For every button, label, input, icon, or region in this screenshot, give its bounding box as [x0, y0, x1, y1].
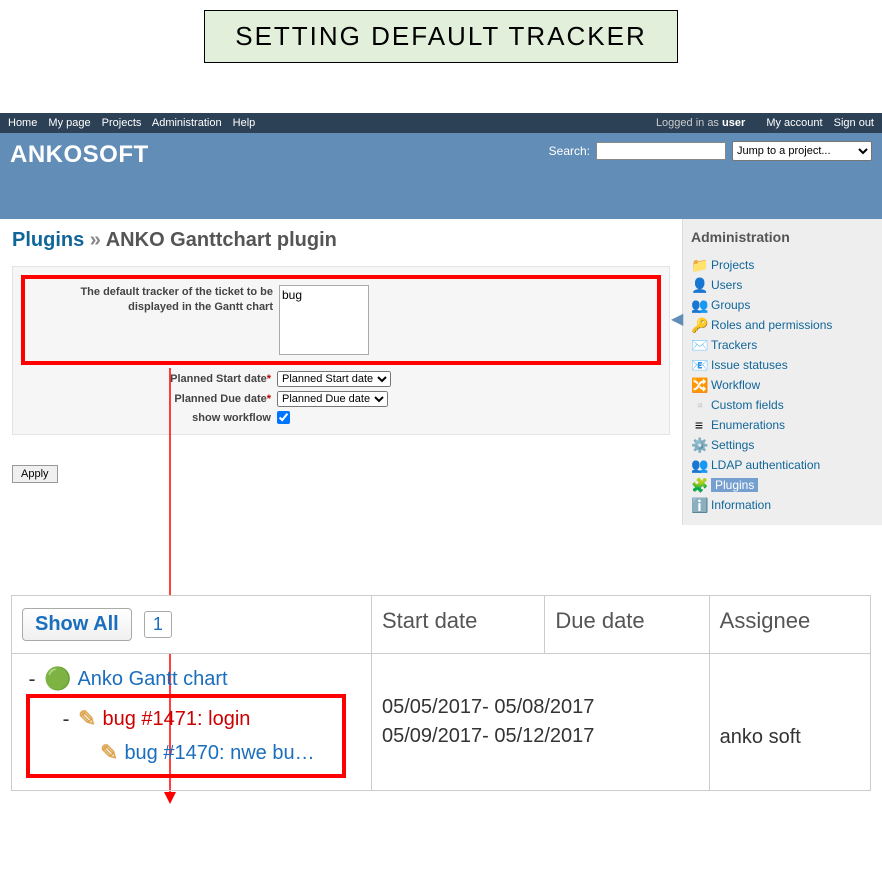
- project-icon: 🟢: [44, 666, 71, 692]
- nav-help[interactable]: Help: [233, 117, 256, 129]
- table-row: ✎ bug #1470: nwe bu…: [34, 736, 338, 770]
- sidebar-item-settings[interactable]: Settings: [711, 438, 754, 452]
- top-menu: Home My page Projects Administration Hel…: [0, 113, 882, 133]
- sidebar-item-roles[interactable]: Roles and permissions: [711, 318, 832, 332]
- issue-link-1471[interactable]: bug #1471: login: [102, 708, 250, 731]
- start-date-label: Planned Start date*: [111, 373, 271, 385]
- page-heading: SETTING DEFAULT TRACKER: [204, 10, 678, 63]
- project-link[interactable]: Anko Gantt chart: [77, 668, 227, 691]
- groups-icon: 👥: [691, 297, 707, 313]
- collapse-toggle[interactable]: -: [26, 667, 38, 691]
- sidebar-item-projects[interactable]: Projects: [711, 258, 754, 272]
- apply-button[interactable]: Apply: [12, 465, 58, 483]
- header: ANKOSOFT Search: Jump to a project...: [0, 133, 882, 219]
- gantt-rows-highlight: - ✎ bug #1471: login ✎ bug #1470: nwe bu…: [26, 694, 346, 778]
- sidebar-item-information[interactable]: Information: [711, 498, 771, 512]
- col-due-date: Due date: [545, 596, 709, 654]
- sidebar-item-users[interactable]: Users: [711, 278, 742, 292]
- logged-in-label: Logged in as user: [656, 117, 748, 129]
- col-start-date: Start date: [372, 596, 545, 654]
- plugins-icon: 🧩: [691, 477, 707, 493]
- nav-home[interactable]: Home: [8, 117, 37, 129]
- sidebar-item-groups[interactable]: Groups: [711, 298, 750, 312]
- ldap-icon: 👥: [691, 457, 707, 473]
- sidebar-item-workflow[interactable]: Workflow: [711, 378, 760, 392]
- sidebar-title: Administration: [691, 229, 874, 245]
- app-title: ANKOSOFT: [10, 141, 149, 169]
- roles-icon: 🔑: [691, 317, 707, 333]
- sidebar-item-enumerations[interactable]: Enumerations: [711, 418, 785, 432]
- due-date-select[interactable]: Planned Due date: [277, 391, 388, 407]
- due-date-label: Planned Due date*: [111, 393, 271, 405]
- nav-administration[interactable]: Administration: [152, 117, 222, 129]
- project-jump-select[interactable]: Jump to a project...: [732, 141, 872, 161]
- settings-form: The default tracker of the ticket to be …: [12, 266, 670, 435]
- assignee-cell: anko soft: [709, 654, 870, 791]
- sidebar-item-ldap[interactable]: LDAP authentication: [711, 458, 820, 472]
- tracker-setting-highlight: The default tracker of the ticket to be …: [21, 275, 661, 365]
- content-area: Plugins » ANKO Ganttchart plugin The def…: [0, 219, 682, 525]
- users-icon: 👤: [691, 277, 707, 293]
- customfields-icon: ▫️: [691, 397, 707, 413]
- nav-projects[interactable]: Projects: [102, 117, 142, 129]
- workflow-label: show workflow: [111, 412, 271, 424]
- information-icon: ℹ️: [691, 497, 707, 513]
- statuses-icon: 📧: [691, 357, 707, 373]
- workflow-icon: 🔀: [691, 377, 707, 393]
- redmine-window: Home My page Projects Administration Hel…: [0, 113, 882, 525]
- col-assignee: Assignee: [709, 596, 870, 654]
- breadcrumb-root[interactable]: Plugins: [12, 229, 84, 251]
- breadcrumb-current: ANKO Ganttchart plugin: [106, 229, 337, 251]
- settings-icon: ⚙️: [691, 437, 707, 453]
- issue-icon: ✎: [78, 706, 96, 732]
- project-row: - 🟢 Anko Gantt chart: [26, 666, 361, 692]
- search-input[interactable]: [596, 142, 726, 160]
- gantt-preview-table: Show All 1 Start date Due date Assignee …: [11, 595, 871, 791]
- sidebar-item-customfields[interactable]: Custom fields: [711, 398, 784, 412]
- collapse-toggle[interactable]: -: [60, 707, 72, 731]
- nav-mypage[interactable]: My page: [48, 117, 90, 129]
- page-number[interactable]: 1: [144, 611, 172, 638]
- table-row: - ✎ bug #1471: login: [34, 702, 338, 736]
- dates-cell: 05/05/2017- 05/08/2017 05/09/2017- 05/12…: [372, 654, 710, 791]
- issue-link-1470[interactable]: bug #1470: nwe bu…: [124, 742, 314, 765]
- enumerations-icon: ≡: [691, 417, 707, 433]
- projects-icon: 📁: [691, 257, 707, 273]
- tracker-textarea[interactable]: bug: [279, 285, 369, 355]
- sidebar-item-plugins[interactable]: Plugins: [711, 478, 758, 492]
- search-label: Search:: [549, 144, 590, 158]
- nav-myaccount[interactable]: My account: [766, 117, 822, 129]
- nav-signout[interactable]: Sign out: [834, 117, 874, 129]
- workflow-checkbox[interactable]: [277, 411, 290, 424]
- tracker-label: The default tracker of the ticket to be …: [33, 285, 273, 316]
- trackers-icon: ✉️: [691, 337, 707, 353]
- breadcrumb: Plugins » ANKO Ganttchart plugin: [12, 229, 670, 252]
- issue-icon: ✎: [100, 740, 118, 766]
- show-all-button[interactable]: Show All: [22, 608, 132, 641]
- sidebar-list: 📁 Projects 👤 Users 👥 Groups 🔑 Roles and perm…: [691, 255, 874, 515]
- admin-sidebar: ◀ Administration 📁Projects 👤Users 👥Group…: [682, 219, 882, 525]
- sidebar-collapse-icon[interactable]: ◀: [671, 309, 683, 329]
- sidebar-item-trackers[interactable]: Trackers: [711, 338, 757, 352]
- start-date-select[interactable]: Planned Start date: [277, 371, 391, 387]
- sidebar-item-statuses[interactable]: Issue statuses: [711, 358, 788, 372]
